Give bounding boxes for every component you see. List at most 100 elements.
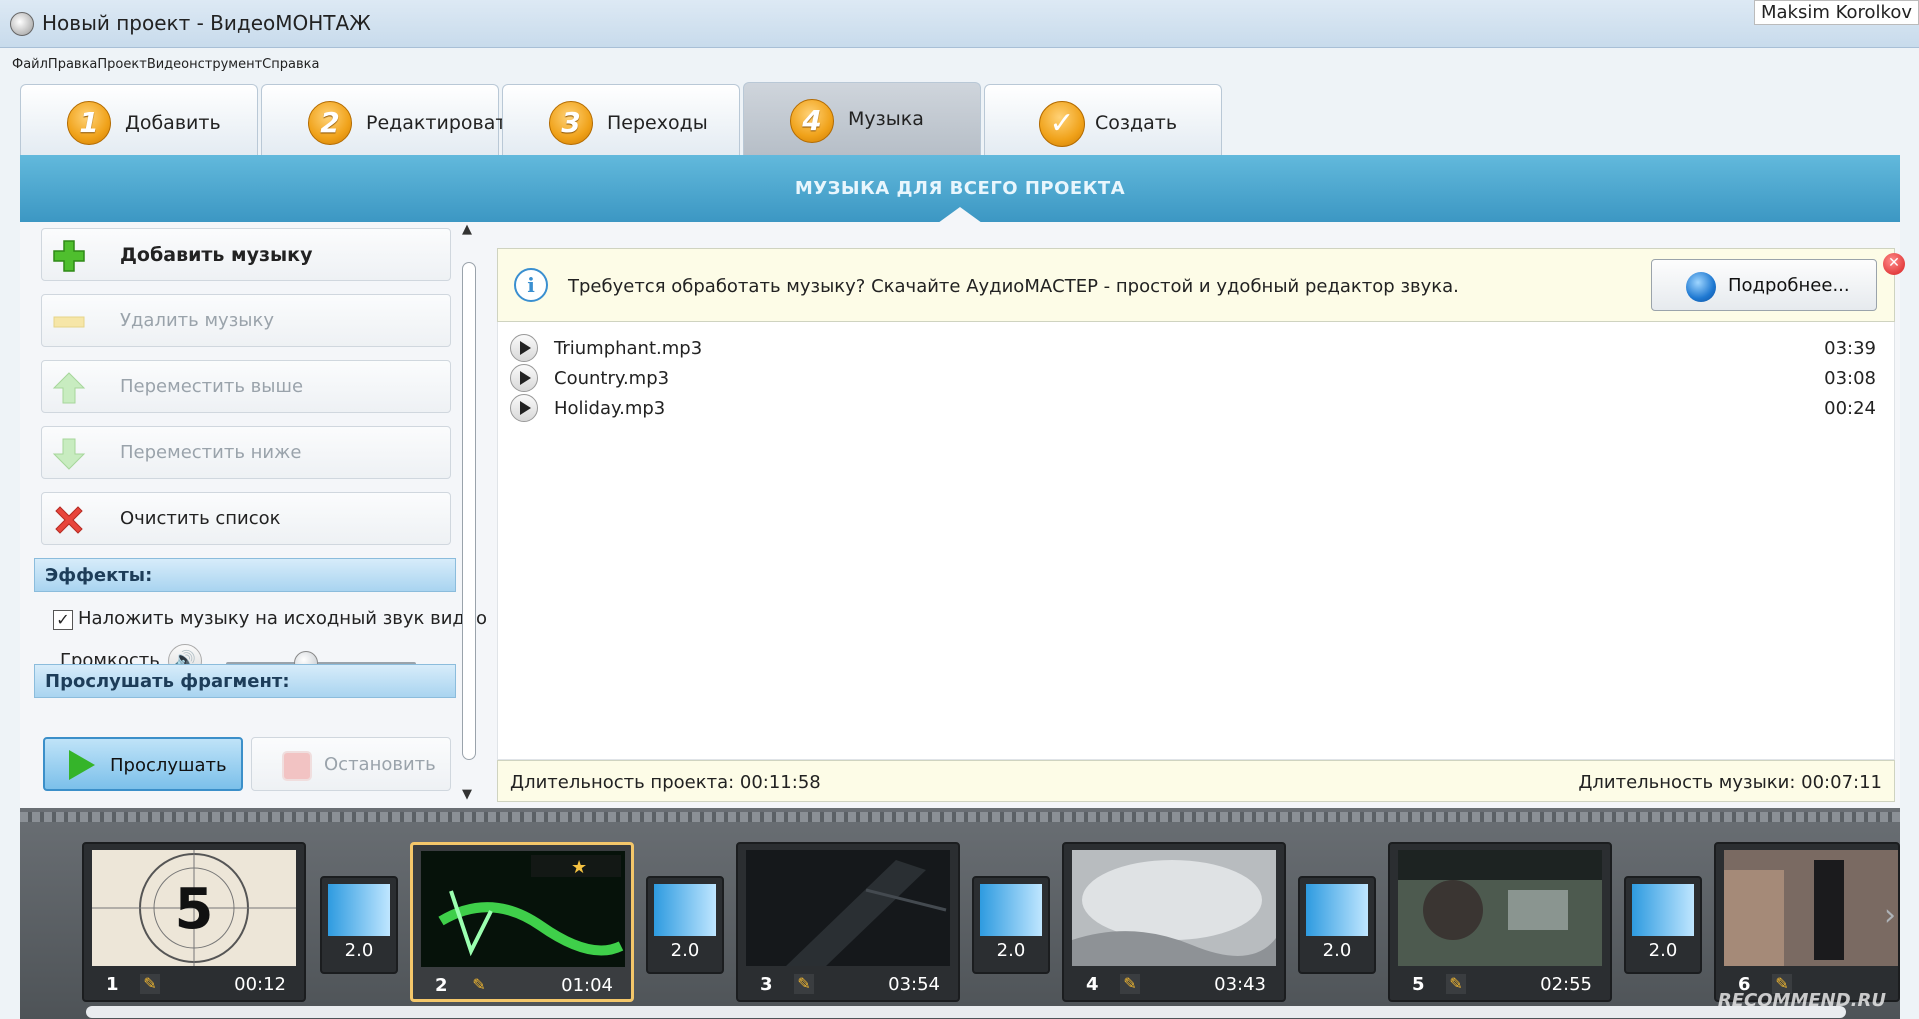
clip-number: 4 [1086, 974, 1099, 995]
clip-thumbnail [1724, 850, 1898, 966]
duration-bar: Длительность проекта: 00:11:58 Длительно… [497, 760, 1895, 802]
clip-duration: 03:43 [1214, 974, 1266, 995]
delete-music-button[interactable]: Удалить музыку [41, 294, 451, 347]
timeline: 5 1 ✎ 00:12 2.0 ★ 2 ✎ 01:04 2.0 3 ✎ 03:5… [20, 808, 1900, 1019]
play-track-icon[interactable] [510, 394, 538, 422]
step-tabs: 1 Добавить 2 Редактировать 3 Переходы 4 … [20, 82, 1225, 156]
timeline-clip[interactable]: 6 ✎ [1714, 842, 1900, 1002]
play-track-icon[interactable] [510, 364, 538, 392]
close-icon[interactable]: ✕ [1883, 253, 1905, 275]
timeline-clip[interactable]: ★ 2 ✎ 01:04 [410, 842, 634, 1002]
transition-icon [328, 884, 390, 936]
tab-add-label: Добавить [125, 112, 221, 134]
pencil-icon[interactable]: ✎ [1446, 974, 1466, 994]
transition-duration: 2.0 [344, 940, 374, 961]
menu-video[interactable]: Видео [147, 57, 189, 72]
info-text: Требуется обработать музыку? Скачайте Ау… [568, 276, 1459, 297]
clip-number: 2 [435, 975, 448, 996]
info-bar: i Требуется обработать музыку? Скачайте … [497, 248, 1905, 322]
track-name: Holiday.mp3 [554, 398, 666, 419]
transition-item[interactable]: 2.0 [646, 876, 724, 974]
clip-thumbnail [1398, 850, 1602, 966]
scroll-thumb[interactable] [462, 262, 476, 760]
tab-create[interactable]: ✓ Создать [984, 84, 1222, 156]
chevron-right-icon[interactable]: › [1884, 898, 1896, 933]
section-header: МУЗЫКА ДЛЯ ВСЕГО ПРОЕКТА [20, 155, 1900, 223]
play-track-icon[interactable] [510, 334, 538, 362]
minus-icon [53, 316, 85, 328]
pencil-icon[interactable]: ✎ [1120, 974, 1140, 994]
more-info-label: Подробнее... [1728, 275, 1850, 296]
tab-create-label: Создать [1095, 112, 1178, 134]
clip-duration: 00:12 [234, 974, 286, 995]
timeline-ruler [20, 812, 1900, 822]
menu-file[interactable]: Файл [12, 57, 48, 72]
countdown-digit: 5 [175, 877, 214, 942]
timeline-scrollbar[interactable] [86, 1006, 1846, 1018]
add-music-button[interactable]: Добавить музыку [41, 228, 451, 281]
list-item[interactable]: Triumphant.mp3 03:39 [498, 334, 1894, 364]
timeline-clip[interactable]: 4 ✎ 03:43 [1062, 842, 1286, 1002]
menu-project[interactable]: Проект [97, 57, 146, 72]
left-scrollbar[interactable]: ▲ ▼ [460, 222, 478, 802]
arrow-down-icon [52, 438, 86, 470]
section-title: МУЗЫКА ДЛЯ ВСЕГО ПРОЕКТА [794, 178, 1126, 199]
clip-thumbnail: ★ [421, 851, 625, 967]
watermark: RECOMMEND.RU [1717, 990, 1886, 1011]
scroll-up-icon[interactable]: ▲ [462, 222, 472, 237]
transition-icon [1306, 884, 1368, 936]
pencil-icon[interactable]: ✎ [140, 974, 160, 994]
tab-add[interactable]: 1 Добавить [20, 84, 258, 156]
tab-edit-label: Редактировать [366, 112, 518, 134]
project-duration: Длительность проекта: 00:11:58 [510, 772, 821, 793]
clip-duration: 02:55 [1540, 974, 1592, 995]
timeline-clip[interactable]: 3 ✎ 03:54 [736, 842, 960, 1002]
clear-list-button[interactable]: Очистить список [41, 492, 451, 545]
stop-button[interactable]: Остановить [251, 737, 451, 791]
more-info-button[interactable]: Подробнее... [1651, 259, 1877, 311]
timeline-clip[interactable]: 5 1 ✎ 00:12 [82, 842, 306, 1002]
transition-duration: 2.0 [1322, 940, 1352, 961]
track-duration: 03:08 [1824, 368, 1876, 389]
transition-item[interactable]: 2.0 [1298, 876, 1376, 974]
move-up-button[interactable]: Переместить выше [41, 360, 451, 413]
timeline-clip[interactable]: 5 ✎ 02:55 [1388, 842, 1612, 1002]
clip-number: 1 [106, 974, 119, 995]
list-item[interactable]: Country.mp3 03:08 [498, 364, 1894, 394]
transition-icon [654, 884, 716, 936]
tab-edit[interactable]: 2 Редактировать [261, 84, 518, 156]
step-2-icon: 2 [308, 101, 352, 145]
track-duration: 00:24 [1824, 398, 1876, 419]
play-preview-button[interactable]: Прослушать [43, 737, 243, 791]
preview-header: Прослушать фрагмент: [34, 664, 456, 698]
user-name: Maksim Korolkov [1753, 0, 1919, 25]
effects-header-label: Эффекты: [45, 565, 153, 586]
track-name: Triumphant.mp3 [554, 338, 703, 359]
transition-item[interactable]: 2.0 [972, 876, 1050, 974]
overlay-checkbox-label: Наложить музыку на исходный звук видео [78, 608, 487, 629]
list-item[interactable]: Holiday.mp3 00:24 [498, 394, 1894, 424]
checkmark-icon: ✓ [1039, 101, 1085, 147]
pencil-icon[interactable]: ✎ [469, 975, 489, 995]
scroll-down-icon[interactable]: ▼ [462, 787, 472, 802]
tab-music[interactable]: 4 Музыка [743, 82, 981, 156]
header-notch [938, 207, 982, 223]
menu-edit[interactable]: Правка [48, 57, 97, 72]
menu-help[interactable]: Справка [262, 57, 319, 72]
track-duration: 03:39 [1824, 338, 1876, 359]
transition-item[interactable]: 2.0 [320, 876, 398, 974]
step-1-icon: 1 [67, 101, 111, 145]
window-title: Новый проект - ВидеоМОНТАЖ [42, 11, 371, 35]
overlay-checkbox[interactable]: ✓ [53, 610, 73, 630]
play-preview-label: Прослушать [110, 755, 227, 776]
info-icon: i [514, 268, 548, 302]
move-down-label: Переместить ниже [120, 442, 302, 463]
play-icon [69, 750, 95, 780]
menu-tools[interactable]: нструмент [189, 57, 262, 72]
tab-transitions-label: Переходы [607, 112, 708, 134]
tab-transitions[interactable]: 3 Переходы [502, 84, 740, 156]
move-down-button[interactable]: Переместить ниже [41, 426, 451, 479]
pencil-icon[interactable]: ✎ [794, 974, 814, 994]
transition-item[interactable]: 2.0 [1624, 876, 1702, 974]
plus-icon [53, 240, 85, 272]
